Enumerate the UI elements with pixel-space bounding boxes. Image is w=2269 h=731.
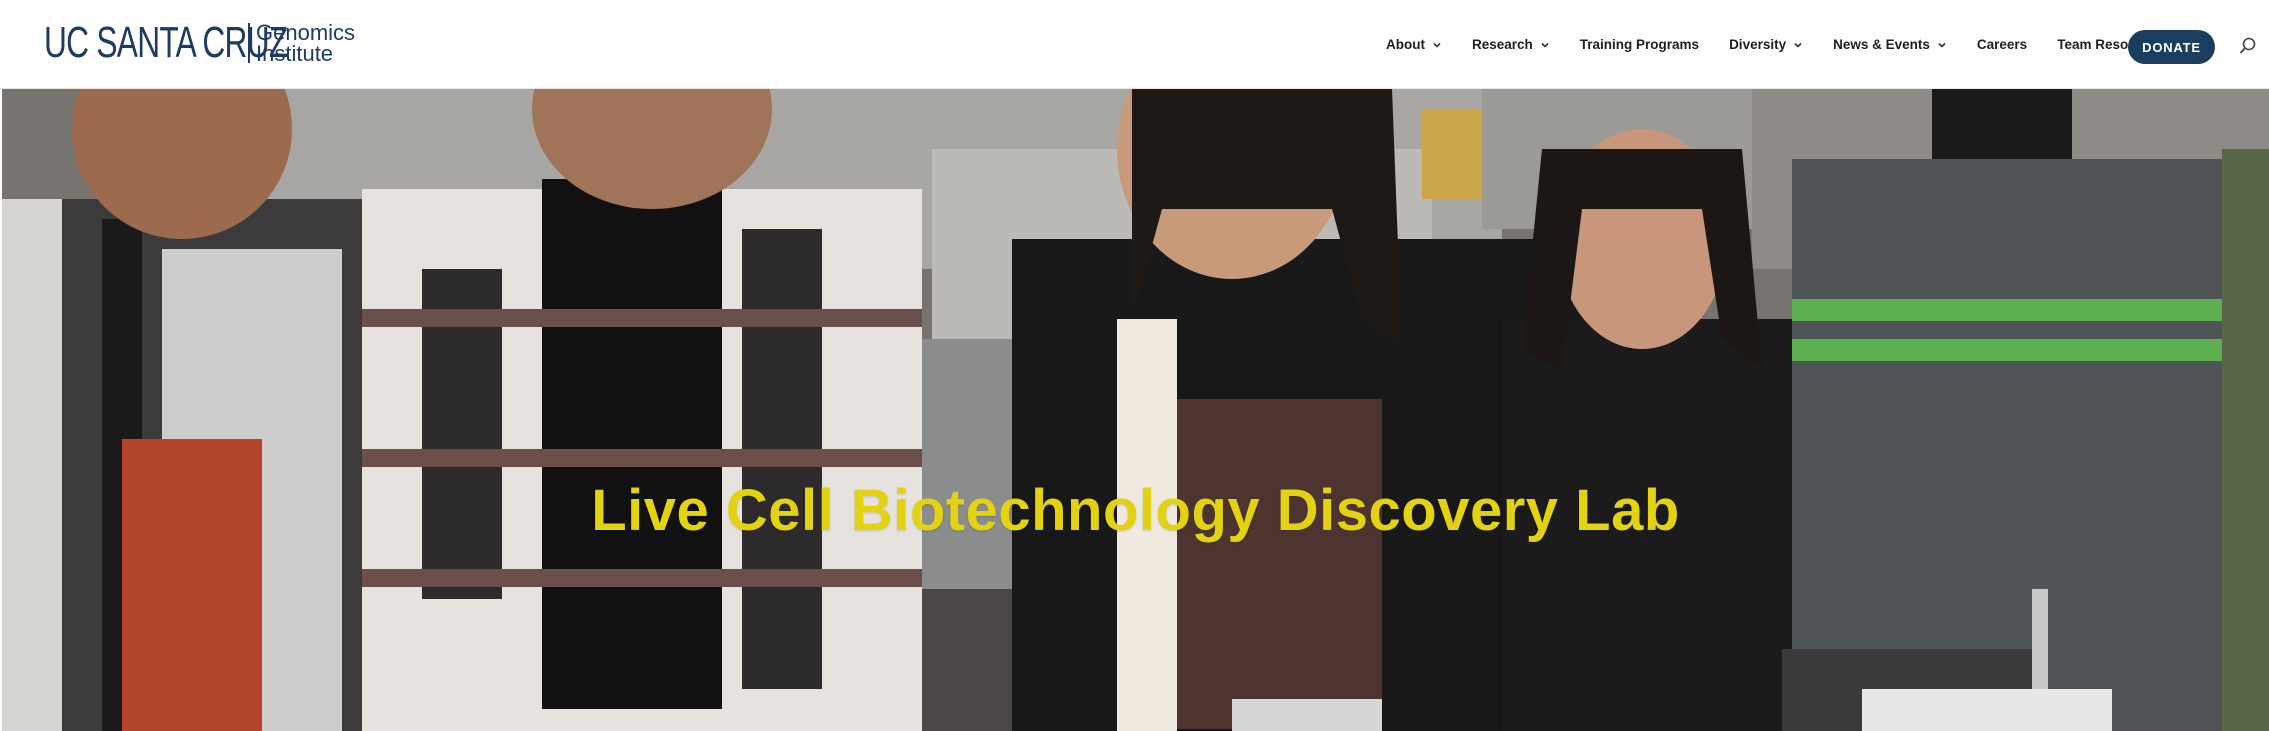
nav-item-diversity[interactable]: Diversity [1729, 37, 1803, 52]
search-icon[interactable] [2239, 36, 2257, 56]
nav-item-label: Careers [1976, 37, 2028, 52]
hero-title: Live Cell Biotechnology Discovery Lab [591, 478, 1680, 543]
logo-wordmark: UC SANTA CRUZ [44, 18, 288, 67]
nav-item-research[interactable]: Research [1472, 37, 1550, 52]
nav-item-label: News & Events [1833, 37, 1930, 52]
nav-item-training-programs[interactable]: Training Programs [1580, 37, 1699, 52]
donate-button[interactable]: DONATE [2128, 30, 2215, 64]
chevron-down-icon [1937, 40, 1947, 50]
nav-item-label: Research [1471, 37, 1533, 52]
chevron-down-icon [1540, 40, 1550, 50]
ucsc-genomics-logo[interactable]: UC SANTA CRUZ Genomics Institute [44, 20, 355, 66]
nav-item-label: Training Programs [1579, 37, 1700, 52]
hero-photo [2, 89, 2269, 731]
chevron-down-icon [1793, 40, 1803, 50]
site-header: UC SANTA CRUZ Genomics Institute About R… [0, 0, 2269, 89]
chevron-down-icon [1432, 40, 1442, 50]
nav-item-about[interactable]: About [1386, 37, 1442, 52]
nav-item-label: About [1386, 37, 1425, 52]
nav-item-label: Diversity [1729, 37, 1787, 52]
nav-item-news-events[interactable]: News & Events [1833, 37, 1947, 52]
main-navigation: About Research Training Programs Diversi… [1386, 0, 2194, 89]
nav-item-careers[interactable]: Careers [1977, 37, 2027, 52]
hero-banner: Live Cell Biotechnology Discovery Lab [2, 89, 2269, 731]
